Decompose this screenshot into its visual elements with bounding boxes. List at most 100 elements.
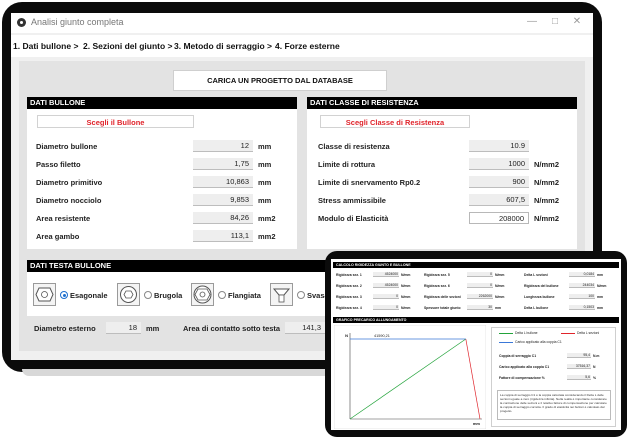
countersunk-head-icon — [270, 283, 293, 306]
legend-swatch-sections — [561, 333, 575, 334]
hex-option-label: Esagonale — [70, 291, 108, 300]
stiffness-unit: N/mm — [401, 295, 411, 299]
countersunk-radio[interactable] — [297, 291, 305, 299]
load-project-button[interactable]: CARICA UN PROGETTO DAL DATABASE — [173, 70, 387, 91]
chart-y-label: N — [345, 333, 348, 338]
chart-peak-label: 41590,21 — [374, 334, 390, 338]
flanged-option-label: Flangiata — [228, 291, 261, 300]
stiffness-value: 0 — [373, 294, 399, 299]
bolt-diameter-value[interactable]: 12 — [193, 140, 253, 152]
hex-head-icon — [33, 283, 56, 306]
bolt-row-label: Passo filetto — [36, 160, 81, 169]
stiffness-label: Rigidezza delle sezioni — [424, 295, 461, 299]
title-bar: Analisi giunto completa — □ ✕ — [11, 13, 593, 33]
bolt-row-unit: mm2 — [258, 214, 276, 223]
step-bolt-data[interactable]: 1. Dati bullone > — [13, 41, 78, 51]
stiffness-unit: mm — [495, 306, 502, 310]
socket-radio[interactable] — [144, 291, 152, 299]
legend-swatch-load — [499, 342, 513, 343]
stiffness-unit: N/mm — [597, 284, 607, 288]
yield-limit-value[interactable]: 900 — [469, 176, 529, 188]
result-unit: N — [593, 365, 596, 369]
stiffness-value: 4524000 — [373, 283, 399, 288]
head-section-header: DATI TESTA BULLONE — [27, 260, 357, 272]
stiffness-label: Spessore totale giunto — [424, 306, 461, 310]
result-label: Coppia di serraggio C1 — [499, 354, 537, 358]
outer-diameter-unit: mm — [146, 324, 160, 333]
contact-area-value[interactable]: 141,3 — [285, 322, 325, 334]
socket-head-icon — [117, 283, 140, 306]
strength-class-value[interactable]: 10.9 — [469, 140, 529, 152]
hex-radio[interactable] — [60, 291, 68, 299]
bolt-row-label: Diametro nocciolo — [36, 196, 102, 205]
elastic-modulus-input[interactable]: 208000 — [469, 212, 529, 224]
class-row-unit: N/mm2 — [534, 214, 560, 223]
stiffness-value: 0 — [467, 272, 493, 277]
stiffness-label: Rigidezza sez. 2 — [336, 284, 362, 288]
stiffness-value: 0,0184 — [569, 272, 595, 277]
stiffness-label: Rigidezza sez. 3 — [336, 295, 362, 299]
choose-bolt-button[interactable]: Scegli il Bullone — [37, 115, 194, 128]
stiffness-unit: N/mm — [401, 306, 411, 310]
note-box: La coppia di serraggio C1 è la coppia ca… — [497, 390, 611, 420]
legend-load-label: Carico applicato alla coppia C1 — [515, 340, 562, 344]
stiffness-label: Rigidezza del bullone — [524, 284, 559, 288]
bolt-row-label: Area resistente — [36, 214, 91, 223]
bolt-row-label: Area gambo — [36, 232, 80, 241]
class-row-label: Limite di rottura — [318, 160, 376, 169]
outer-diameter-value[interactable]: 18 — [106, 322, 141, 334]
stiffness-label: Rigidezza sez. 6 — [424, 284, 450, 288]
bolt-row-unit: mm — [258, 142, 272, 151]
result-label: Carico applicato alla coppia C1 — [499, 365, 550, 369]
stiffness-label: Delta L sezioni — [524, 273, 548, 277]
stiffness-unit: mm — [597, 295, 604, 299]
maximize-button[interactable]: □ — [546, 15, 564, 29]
core-diameter-value[interactable]: 9,853 — [193, 194, 253, 206]
stiffness-value: 0 — [467, 283, 493, 288]
thread-pitch-value[interactable]: 1,75 — [193, 158, 253, 170]
stiffness-label: Lunghezza bullone — [524, 295, 555, 299]
legend-swatch-bolt — [499, 333, 513, 334]
minimize-button[interactable]: — — [523, 15, 541, 29]
stiffness-unit: N/mm — [495, 284, 505, 288]
stress-area-value[interactable]: 84,26 — [193, 212, 253, 224]
bolt-row-label: Diametro primitivo — [36, 178, 103, 187]
choose-class-button[interactable]: Scegli Classe di Resistenza — [320, 115, 470, 128]
class-row-label: Stress ammissibile — [318, 196, 386, 205]
allowable-stress-value[interactable]: 607,5 — [469, 194, 529, 206]
tightening-torque-value: 95,4 — [567, 353, 591, 358]
close-button[interactable]: ✕ — [568, 15, 586, 29]
class-row-label: Classe di resistenza — [318, 142, 390, 151]
shank-area-value[interactable]: 113,1 — [193, 230, 253, 242]
flanged-radio[interactable] — [218, 291, 226, 299]
class-row-unit: N/mm2 — [534, 196, 560, 205]
stiffness-unit: N/mm — [401, 284, 411, 288]
wizard-steps: 1. Dati bullone > 2. Sezioni del giunto … — [11, 35, 593, 57]
stiffness-value: 0,1503 — [569, 305, 595, 310]
tensile-limit-value[interactable]: 1000 — [469, 158, 529, 170]
bolt-row-unit: mm — [258, 178, 272, 187]
stiffness-unit: mm — [597, 273, 604, 277]
stiffness-label: Rigidezza sez. 5 — [424, 273, 450, 277]
stiffness-value: 244034 — [569, 283, 595, 288]
stiffness-unit: N/mm — [495, 295, 505, 299]
contact-area-label: Area di contatto sotto testa — [183, 324, 281, 333]
stiffness-value: 30 — [467, 305, 493, 310]
pitch-diameter-value[interactable]: 10,863 — [193, 176, 253, 188]
tablet-screen: CALCOLO RIGIDEZZA GIUNTO E BULLONE Rigid… — [331, 259, 621, 430]
bolt-row-unit: mm2 — [258, 232, 276, 241]
window-title: Analisi giunto completa — [31, 17, 124, 27]
stiffness-unit: mm — [597, 306, 604, 310]
step-joint-sections[interactable]: 2. Sezioni del giunto > — [83, 41, 173, 51]
preload-elongation-chart: N mm 41590,21 — [334, 325, 486, 429]
step-tightening-method[interactable]: 3. Metodo di serraggio > — [174, 41, 272, 51]
stiffness-value: 0 — [373, 305, 399, 310]
class-section-header: DATI CLASSE DI RESISTENZA — [307, 97, 577, 109]
stiffness-label: Rigidezza sez. 1 — [336, 273, 362, 277]
result-label: Fattore di compensazione % — [499, 376, 545, 380]
result-unit: N.m — [593, 354, 600, 358]
bolt-row-unit: mm — [258, 160, 272, 169]
step-external-forces[interactable]: 4. Forze esterne — [275, 41, 340, 51]
result-unit: % — [593, 376, 597, 380]
chart-x-label: mm — [473, 421, 481, 426]
